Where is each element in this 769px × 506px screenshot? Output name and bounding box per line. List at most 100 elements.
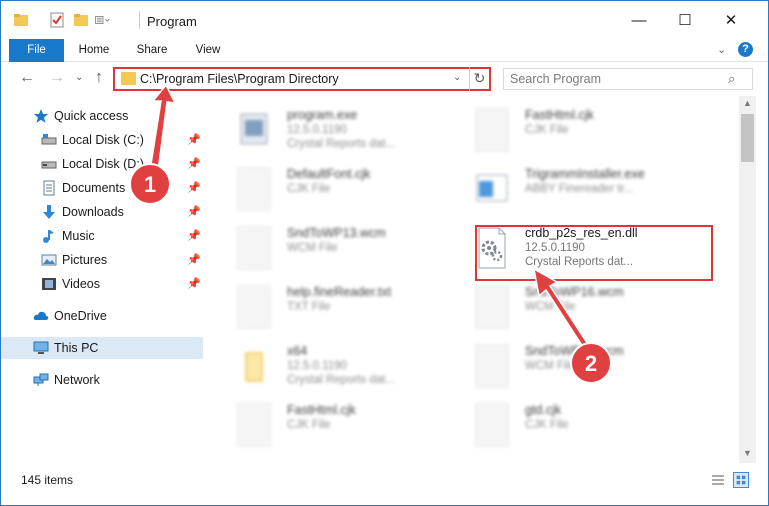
file-version: 12.5.0.1190: [287, 360, 347, 372]
address-dropdown-icon[interactable]: ⌄: [453, 72, 461, 83]
file-item[interactable]: FastHtml.cjk CJK File: [217, 397, 467, 453]
file-item[interactable]: TrigrammInstaller.exe ABBY Finereader tr…: [455, 161, 705, 217]
close-button[interactable]: ✕: [708, 1, 754, 39]
file-item[interactable]: DefaultFont.cjk CJK File: [217, 161, 467, 217]
sidebar-item-label: Downloads: [62, 205, 124, 219]
new-folder-icon[interactable]: [73, 12, 89, 28]
file-name: SndToWP13.wcm: [287, 226, 386, 240]
scroll-up-icon[interactable]: ▲: [743, 98, 752, 108]
file-list: program.exe 12.5.0.1190 Crystal Reports …: [207, 96, 739, 463]
generic-file-icon: [475, 344, 509, 388]
pin-icon[interactable]: 📌: [187, 253, 201, 266]
search-icon[interactable]: ⌕: [728, 71, 735, 87]
sidebar-item-pictures[interactable]: Pictures 📌: [1, 249, 203, 271]
search-box[interactable]: ⌕: [503, 68, 753, 90]
file-item[interactable]: SndToWP14.wcm WCM File: [455, 338, 705, 394]
scroll-down-icon[interactable]: ▼: [743, 448, 752, 458]
documents-icon: [43, 180, 55, 196]
file-item[interactable]: program.exe 12.5.0.1190 Crystal Reports …: [217, 102, 467, 158]
folder-icon: [245, 352, 263, 382]
navigation-pane: Quick access Local Disk (C:) 📌 Local Dis…: [1, 96, 203, 463]
tab-view[interactable]: View: [185, 39, 231, 62]
music-icon: [43, 230, 54, 243]
search-input[interactable]: [510, 71, 720, 87]
sidebar-item-label: This PC: [54, 341, 99, 355]
pictures-icon: [41, 254, 57, 266]
sidebar-item-this-pc[interactable]: This PC: [1, 337, 203, 359]
pin-icon[interactable]: 📌: [187, 229, 201, 242]
generic-file-icon: [237, 403, 271, 447]
drive-icon: [41, 134, 57, 145]
sidebar-item-videos[interactable]: Videos 📌: [1, 273, 203, 295]
sidebar-item-local-disk-d[interactable]: Local Disk (D:) 📌: [1, 153, 203, 175]
expand-ribbon-icon[interactable]: ⌄: [717, 43, 726, 56]
file-item[interactable]: FastHtml.cjk CJK File: [455, 102, 705, 158]
sidebar-item-network[interactable]: Network: [1, 369, 203, 391]
maximize-button[interactable]: ☐: [662, 1, 708, 39]
sidebar-item-label: Music: [62, 229, 95, 243]
file-item[interactable]: x64 12.5.0.1190 Crystal Reports dat...: [217, 338, 467, 394]
drive-icon: [41, 161, 57, 169]
file-item[interactable]: SndToWP16.wcm WCM File: [455, 279, 705, 335]
file-item[interactable]: SndToWP13.wcm WCM File: [217, 220, 467, 276]
network-icon: [33, 373, 49, 386]
sidebar-item-label: Local Disk (D:): [62, 157, 144, 171]
sidebar-item-onedrive[interactable]: OneDrive: [1, 305, 203, 327]
file-name: program.exe: [287, 108, 358, 122]
quick-access-toolbar-icon[interactable]: [95, 12, 111, 28]
file-name: SndToWP14.wcm: [525, 344, 624, 358]
recent-locations-icon[interactable]: ⌄: [75, 72, 83, 83]
details-view-icon[interactable]: [711, 473, 725, 487]
file-description: ABBY Finereader tr...: [525, 183, 634, 195]
cloud-icon: [33, 311, 49, 320]
pin-icon[interactable]: 📌: [187, 205, 201, 218]
file-version: 12.5.0.1190: [287, 124, 347, 136]
title-separator: [139, 11, 140, 29]
address-bar[interactable]: C:\Program Files\Program Directory ⌄ ↻: [113, 67, 491, 91]
tab-share[interactable]: Share: [129, 39, 175, 62]
file-item[interactable]: help.fineReader.txt TXT File: [217, 279, 467, 335]
folder-icon[interactable]: [13, 12, 29, 28]
sidebar-item-documents[interactable]: Documents 📌: [1, 177, 203, 199]
window-title: Program: [147, 14, 197, 29]
tiles-view-icon[interactable]: [733, 472, 749, 488]
scroll-thumb[interactable]: [741, 114, 754, 162]
help-icon[interactable]: ?: [738, 42, 753, 57]
forward-arrow-icon[interactable]: →: [49, 69, 65, 87]
tab-home[interactable]: Home: [71, 39, 117, 62]
pin-icon[interactable]: 📌: [187, 181, 201, 194]
properties-icon[interactable]: [49, 12, 65, 28]
address-path[interactable]: C:\Program Files\Program Directory: [140, 72, 339, 86]
sidebar-item-label: Quick access: [54, 109, 129, 123]
sidebar-item-local-disk-c[interactable]: Local Disk (C:) 📌: [1, 129, 203, 151]
navigation-bar: ← → ⌄ ↑ C:\Program Files\Program Directo…: [1, 62, 768, 96]
sidebar-item-music[interactable]: Music 📌: [1, 225, 203, 247]
sidebar-item-label: Pictures: [62, 253, 108, 267]
pin-icon[interactable]: 📌: [187, 277, 201, 290]
vertical-scrollbar[interactable]: ▲ ▼: [739, 96, 756, 463]
pin-icon[interactable]: 📌: [187, 133, 201, 146]
refresh-icon[interactable]: ↻: [469, 67, 489, 91]
file-name: x64: [287, 344, 308, 358]
file-type: CJK File: [525, 419, 569, 431]
file-name: gtd.cjk: [525, 403, 562, 417]
generic-file-icon: [475, 108, 509, 152]
up-arrow-icon[interactable]: ↑: [95, 69, 103, 87]
file-description: Crystal Reports dat...: [287, 138, 396, 150]
pin-icon[interactable]: 📌: [187, 157, 201, 170]
sidebar-item-label: Local Disk (C:): [62, 133, 144, 147]
file-item[interactable]: gtd.cjk CJK File: [455, 397, 705, 453]
minimize-button[interactable]: —: [616, 1, 662, 39]
file-type: CJK File: [287, 183, 331, 195]
generic-file-icon: [237, 167, 271, 211]
file-name: FastHtml.cjk: [287, 403, 356, 417]
sidebar-item-quick-access[interactable]: Quick access: [1, 105, 203, 127]
tab-file[interactable]: File: [9, 39, 64, 62]
sidebar-item-label: Videos: [62, 277, 100, 291]
file-type: TXT File: [287, 301, 331, 313]
file-type: CJK File: [525, 124, 569, 136]
file-name: DefaultFont.cjk: [287, 167, 371, 181]
exe-file-icon: [240, 113, 268, 145]
back-arrow-icon[interactable]: ←: [19, 69, 35, 87]
sidebar-item-downloads[interactable]: Downloads 📌: [1, 201, 203, 223]
